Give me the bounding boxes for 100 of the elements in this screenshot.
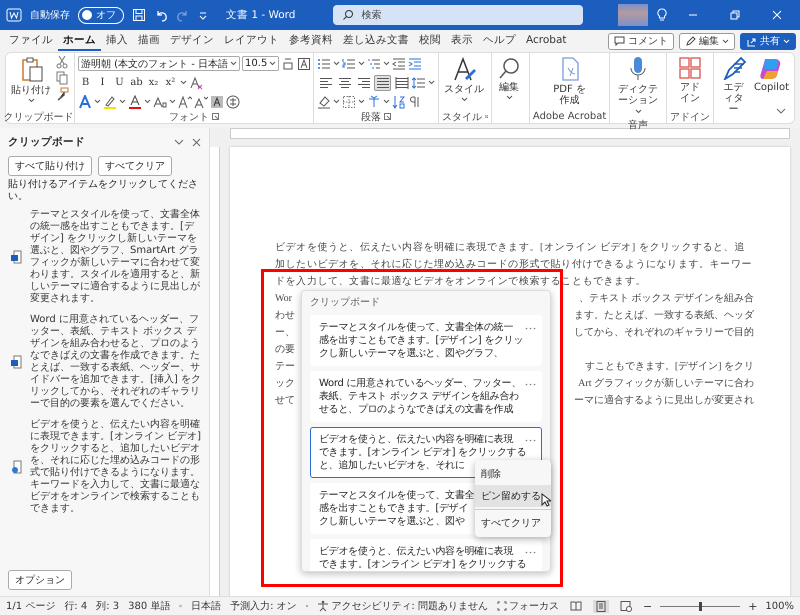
dialog-launcher-icon: [212, 113, 219, 120]
accessibility-icon: [317, 600, 330, 612]
font-size-field[interactable]: 10.5: [242, 56, 280, 71]
group-label: スタイル: [442, 110, 482, 124]
autosave-toggle[interactable]: オフ: [78, 6, 124, 24]
page-count: 1/1 ページ: [6, 600, 56, 613]
caret-icon: [383, 61, 390, 66]
group-label: Adobe Acrobat: [532, 111, 606, 122]
ribbon-tab[interactable]: デザイン: [165, 31, 219, 51]
pane-title: クリップボード: [8, 135, 85, 149]
caret-icon: [783, 38, 790, 44]
dictate-button[interactable]: ディクテーション: [613, 55, 664, 118]
popup-title: クリップボード: [310, 296, 381, 310]
caret-icon: [428, 80, 435, 85]
group-label: 音声: [628, 118, 648, 132]
restore-icon: [730, 10, 740, 20]
ribbon-tab[interactable]: 表示: [446, 31, 478, 51]
caret-icon: [230, 61, 238, 66]
editing-button[interactable]: 編集: [495, 55, 523, 101]
lightbulb-icon: [656, 8, 668, 22]
font-name-field[interactable]: 游明朝 (本文のフォント - 日本語: [78, 56, 240, 71]
format-button[interactable]: x²: [163, 75, 178, 90]
menu-item[interactable]: ピン留めする: [475, 485, 551, 507]
share-button[interactable]: 共有: [740, 32, 796, 50]
comment-icon: [614, 36, 625, 46]
clipboard-item[interactable]: テーマとスタイルを使って、文書全体の統一感を出すこともできます。[デザイン] をクリックし新しいテーマを選ぶと、図やグラフ、SmartArt グラフィックが新しいテーマに合わせて変わります。スタイルを適用すると、新しいテーマに適合するように見出しが変更されます。: [8, 209, 201, 305]
character-border-icon: [297, 56, 312, 70]
copilot-button[interactable]: Copilot: [752, 55, 791, 94]
ribbon-tab[interactable]: 描画: [133, 31, 165, 51]
close-button[interactable]: [192, 138, 201, 146]
text-fragment: 、テキスト ボックス デザインを組み合: [579, 292, 754, 306]
pane-options-button[interactable]: [174, 139, 184, 145]
search-icon: [342, 9, 354, 21]
search-field[interactable]: 検索: [333, 5, 584, 25]
text-fragment: すこともできます。[デザイン] をクリ: [584, 360, 754, 374]
format-button[interactable]: B: [78, 75, 93, 90]
pencil-icon: [685, 36, 696, 46]
print-layout-button[interactable]: [592, 600, 609, 612]
zoom-out-button[interactable]: −: [642, 600, 652, 612]
zoom-percent: 100%: [765, 600, 794, 612]
ribbon-tab[interactable]: 差し込み文書: [338, 31, 414, 51]
clipboard-item[interactable]: Word に用意されているヘッダー、フッター、表紙、テキスト ボックス デザインを組み合わせると、プロのようなできばえの文書を作成できます。たとえば、一致する表紙、ヘッダー、サイドバーを追加できます。[挿入] をクリックしてから、それぞれのギャラリーで目的の要素を選んでください。: [8, 314, 201, 410]
caret-icon: [460, 97, 468, 102]
caret-icon: [94, 99, 101, 104]
styles-button[interactable]: スタイル: [442, 55, 486, 103]
word-logo-icon: [6, 7, 22, 23]
align-distributed-button[interactable]: [393, 74, 410, 90]
clipboard-item[interactable]: ビデオを使うと、伝えたい内容を明確に表現できます。[オンライン ビデオ] をクリックすると、追加したいビデオを、それに応じた埋め込みコードの形式で貼り付けできるようになります。キーワードを入力して、文書に最適なビデオをオンラインで検索することもできます。: [8, 419, 201, 515]
create-pdf-button[interactable]: PDF を作成: [548, 55, 592, 107]
ribbon-tab[interactable]: 参考資料: [284, 31, 338, 51]
chevron-down-icon: [174, 139, 184, 145]
slider-thumb[interactable]: [699, 602, 702, 610]
options-button[interactable]: オプション: [8, 570, 72, 590]
clear-formatting-icon: [189, 76, 203, 90]
focus-button[interactable]: フォーカス: [496, 599, 559, 613]
group-label: アドイン: [670, 110, 710, 124]
align-justify-button[interactable]: [374, 74, 391, 90]
ribbon-tab[interactable]: 挿入: [101, 31, 133, 51]
text-fragment: せて: [275, 394, 295, 408]
clipboard-item[interactable]: テーマとスタイルを使って、文書全体の統一 感を出すこともできます。[デザイン] をクリッ クし新しいテーマを選ぶと、図やグラフ、: [310, 315, 542, 366]
web-document-icon: [10, 460, 24, 474]
menu-item[interactable]: 削除: [475, 463, 551, 485]
close-icon: [192, 138, 201, 146]
text-fragment: わせ: [275, 309, 295, 323]
ribbon-tab[interactable]: レイアウト: [219, 31, 284, 51]
format-button[interactable]: x₂: [146, 75, 161, 90]
format-button[interactable]: ab: [129, 75, 144, 90]
caret-icon: [383, 99, 390, 104]
column-number: 列: 3: [96, 600, 120, 613]
editing-mode-button[interactable]: 編集: [679, 32, 735, 50]
caret-icon: [169, 99, 176, 104]
paste-button[interactable]: 貼り付け: [9, 55, 53, 104]
customize-icon: [198, 10, 208, 20]
text-fragment: ー、: [275, 326, 295, 340]
format-button[interactable]: U: [112, 75, 127, 90]
add-ins-button[interactable]: アドイン: [676, 55, 704, 105]
ribbon-tab[interactable]: ファイル: [4, 31, 58, 51]
bullets-icon: [317, 56, 331, 70]
ribbon-tab[interactable]: Acrobat: [521, 32, 572, 50]
close-icon: [772, 10, 782, 20]
ribbon-tab[interactable]: ヘルプ: [478, 31, 521, 51]
focus-icon: [496, 601, 507, 611]
format-button[interactable]: I: [95, 75, 110, 90]
clipboard-item[interactable]: Word に用意されているヘッダー、フッター、 表紙、テキスト ボックス デザインを組み合わ せると、プロのようなできばえの文書を作成: [310, 371, 542, 422]
format-painter-icon: [55, 87, 69, 101]
pen-icon: [722, 56, 746, 80]
text-effects-icon: [78, 94, 92, 108]
character-shading-icon: [210, 94, 224, 108]
increase-indent-icon: [408, 56, 422, 70]
decrease-indent-icon: [392, 56, 406, 70]
text-fragment: ック: [275, 377, 295, 391]
editor-button[interactable]: エディター: [717, 55, 750, 116]
zoom-in-button[interactable]: +: [748, 600, 758, 612]
pane-button[interactable]: すべて貼り付け: [8, 156, 92, 176]
ribbon-tab[interactable]: 校閲: [414, 31, 446, 51]
book-icon: [570, 601, 582, 611]
pane-button[interactable]: すべてクリア: [98, 156, 172, 176]
clipboard-item[interactable]: ビデオを使うと、伝えたい内容を明確に表現 できます。[オンライン ビデオ] をクリックする: [310, 539, 542, 571]
comment-button[interactable]: コメント: [608, 32, 674, 50]
caret-icon: [119, 99, 126, 104]
